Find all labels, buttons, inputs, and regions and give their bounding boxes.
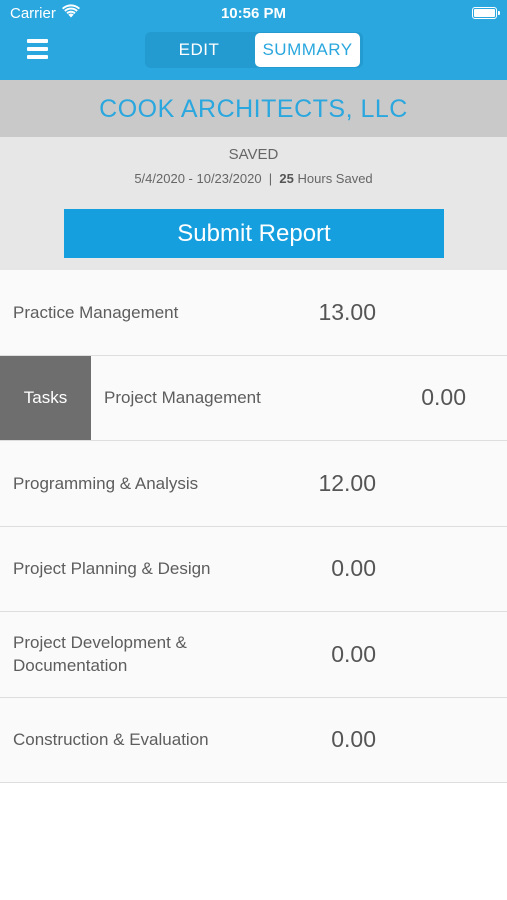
category-label: Project Planning & Design — [13, 559, 211, 579]
category-hours: 0.00 — [331, 726, 376, 753]
list-item[interactable]: Project Development & Documentation 0.00 — [0, 612, 507, 698]
tasks-button[interactable]: Tasks — [0, 355, 91, 440]
report-status: SAVED — [228, 146, 279, 163]
report-info: SAVED 5/4/2020 - 10/23/2020 | 25 Hours S… — [0, 137, 507, 270]
clock: 10:56 PM — [220, 5, 287, 22]
hours-label: Hours Saved — [297, 171, 373, 186]
view-segmented-control: EDIT SUMMARY — [145, 32, 363, 68]
category-label: Practice Management — [13, 302, 179, 322]
company-name: COOK ARCHITECTS, LLC — [0, 80, 507, 137]
list-item[interactable]: Programming & Analysis 12.00 — [0, 441, 507, 527]
tab-edit[interactable]: EDIT — [145, 32, 253, 68]
category-list: Practice Management 13.00 Tasks Project … — [0, 270, 507, 783]
category-hours: 0.00 — [331, 555, 376, 582]
category-hours: 12.00 — [318, 469, 376, 496]
submit-report-button[interactable]: Submit Report — [64, 209, 444, 258]
category-label: Construction & Evaluation — [13, 730, 209, 750]
category-hours: 0.00 — [331, 640, 376, 667]
list-item[interactable]: Construction & Evaluation 0.00 — [0, 697, 507, 783]
category-hours: 13.00 — [318, 298, 376, 325]
list-item[interactable]: Project Planning & Design 0.00 — [0, 526, 507, 612]
category-label: Project Development & Documentation — [13, 633, 187, 676]
menu-icon[interactable] — [27, 39, 48, 59]
status-bar: Carrier 10:56 PM — [0, 0, 507, 26]
category-label: Programming & Analysis — [13, 473, 199, 493]
category-hours: 0.00 — [421, 384, 466, 411]
list-item[interactable]: Tasks Project Management 0.00 — [0, 355, 507, 441]
list-item[interactable]: Practice Management 13.00 — [0, 270, 507, 356]
tab-summary[interactable]: SUMMARY — [255, 33, 360, 67]
top-bar: Carrier 10:56 PM EDIT SUMMARY — [0, 0, 507, 80]
separator: | — [268, 171, 273, 186]
category-label: Project Management — [104, 388, 261, 408]
report-summary: 5/4/2020 - 10/23/2020 | 25 Hours Saved — [0, 171, 507, 186]
hours-count: 25 — [279, 171, 294, 186]
date-range: 5/4/2020 - 10/23/2020 — [134, 171, 262, 186]
battery-icon — [472, 7, 500, 19]
